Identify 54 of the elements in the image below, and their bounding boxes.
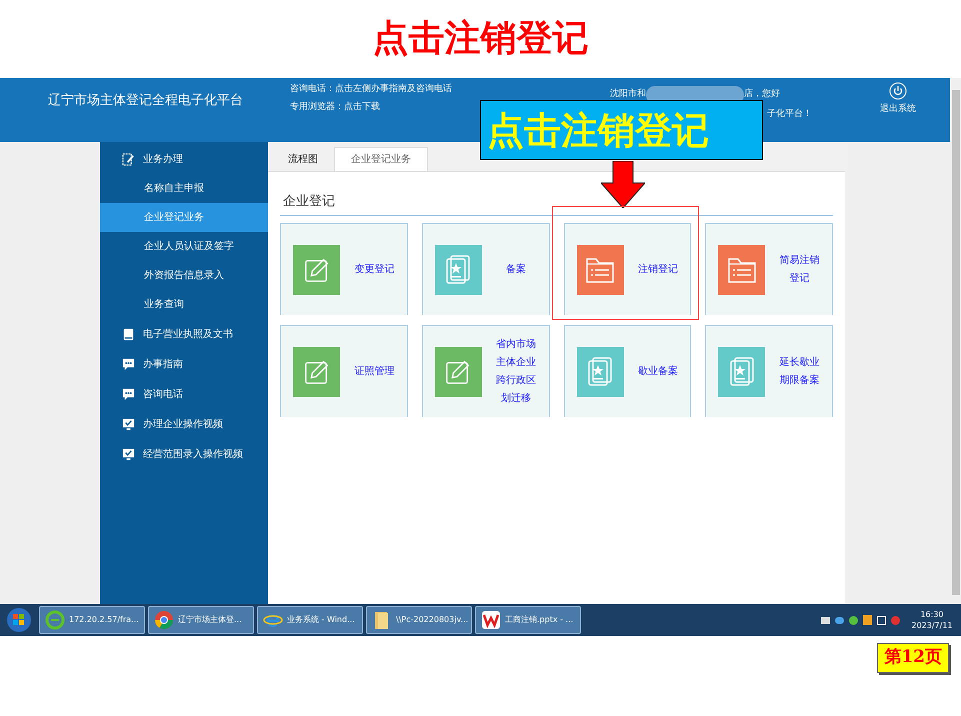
sidebar-item[interactable]: 电子营业执照及文书 — [100, 319, 268, 349]
down-arrow-icon — [601, 161, 645, 208]
slide-title: 点击注销登记 — [372, 17, 588, 61]
service-tile[interactable]: 注销登记 — [564, 223, 692, 315]
callout-box: 点击注销登记 — [480, 100, 763, 160]
service-tile[interactable]: 备案 — [422, 223, 550, 315]
taskbar-item[interactable]: 工商注销.pptx - ... — [475, 606, 581, 634]
greeting-text: 沈阳市和 — [610, 88, 646, 102]
book-icon — [122, 328, 135, 340]
page-label: 第12页 — [877, 643, 949, 672]
taskbar-item[interactable]: \\Pc-20220803jv... — [366, 606, 472, 634]
tab[interactable]: 流程图 — [272, 147, 334, 171]
w-logo-icon — [481, 610, 501, 630]
logout-button[interactable]: 退出系统 — [880, 78, 916, 116]
browser-download-text: 专用浏览器：点击下载 — [290, 100, 381, 114]
service-tile[interactable]: 变更登记 — [280, 223, 408, 315]
taskbar-item[interactable]: 172.20.2.57/fra... — [39, 606, 145, 634]
taskbar-item[interactable]: 辽宁市场主体登... — [148, 606, 254, 634]
sidebar-item[interactable]: 办理企业操作视频 — [100, 409, 268, 439]
sidebar-subitem[interactable]: 外资报告信息录入 — [100, 261, 268, 290]
star-document-icon — [586, 356, 614, 386]
sidebar-item[interactable]: 办事指南 — [100, 349, 268, 379]
service-tile[interactable]: 歇业备案 — [564, 325, 692, 417]
hotline-text: 咨询电话：点击左侧办事指南及咨询电话 — [290, 83, 453, 96]
windows-logo-icon — [6, 607, 32, 633]
round-browser-icon — [154, 610, 174, 630]
folder-list-icon — [585, 256, 615, 284]
chat-bubble-icon — [122, 358, 135, 370]
service-tile[interactable]: 省内市场主体企业跨行政区划迁移 — [422, 325, 550, 417]
monitor-check-icon — [122, 448, 135, 460]
taskbar-item[interactable]: 业务系统 - Wind... — [257, 606, 363, 634]
platform-name: 辽宁市场主体登记全程电子化平台 — [48, 92, 243, 110]
greeting-text: 店，您好 — [744, 88, 780, 102]
service-tile[interactable]: 延长歇业期限备案 — [705, 325, 833, 417]
star-document-icon — [728, 356, 756, 386]
service-tile[interactable]: 证照管理 — [280, 325, 408, 417]
sidebar-item[interactable]: 业务办理 — [100, 144, 268, 174]
folder-list-icon — [726, 256, 757, 284]
notepad-pencil-icon — [122, 152, 135, 166]
clock-date: 2023/7/11 — [911, 620, 953, 631]
service-tile[interactable]: 简易注销登记 — [705, 223, 833, 315]
sidebar-subitem[interactable]: 企业人员认证及签字 — [100, 232, 268, 261]
star-document-icon — [444, 254, 472, 284]
chat-bubble-icon — [122, 388, 135, 400]
clock-time: 16:30 — [920, 609, 944, 620]
sidebar-subitem[interactable]: 名称自主申报 — [100, 174, 268, 203]
tab[interactable]: 企业登记业务 — [334, 147, 428, 171]
greeting-text: 子化平台！ — [766, 108, 813, 121]
sidebar-item[interactable]: 经营范围录入操作视频 — [100, 439, 268, 469]
monitor-check-icon — [122, 418, 135, 430]
section-title: 企业登记 — [283, 194, 335, 209]
sidebar-item[interactable]: 咨询电话 — [100, 379, 268, 409]
sidebar-subitem[interactable]: 业务查询 — [100, 290, 268, 319]
power-icon — [889, 82, 907, 100]
